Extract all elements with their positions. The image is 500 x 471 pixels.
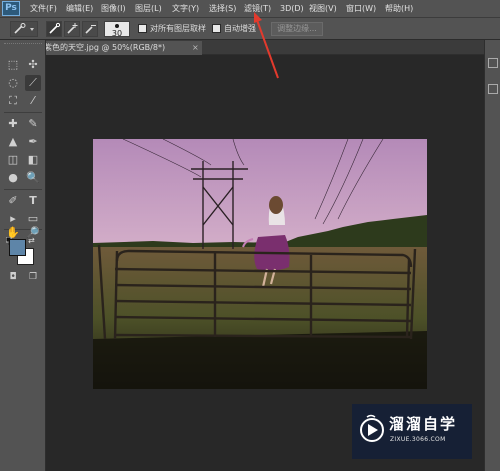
purple-sky-photo	[93, 139, 427, 389]
marquee-tool-icon[interactable]: ⬚	[5, 57, 21, 73]
document-tab[interactable]: 紫色的天空.jpg @ 50%(RGB/8*) ×	[40, 41, 202, 55]
right-panel-strip	[484, 40, 500, 471]
brush-subtract-icon	[85, 25, 96, 34]
foreground-color-swatch[interactable]	[9, 239, 26, 256]
brush-size-value: 30	[111, 29, 123, 38]
watermark-logo-icon	[360, 414, 384, 442]
quick-selection-icon	[14, 23, 34, 34]
swap-colors-icon[interactable]: ⇄	[28, 236, 35, 245]
menu-layer[interactable]: 图层(L)	[135, 3, 162, 15]
lasso-tool-icon[interactable]: ◌	[5, 75, 21, 91]
sample-all-layers-label: 对所有图层取样	[150, 24, 206, 33]
crop-tool-icon[interactable]: ⛶	[5, 93, 21, 109]
brush-size-picker[interactable]: 30	[104, 21, 130, 38]
clone-stamp-tool-icon[interactable]: ▲	[5, 134, 21, 150]
add-to-selection-button[interactable]	[64, 21, 80, 37]
close-tab-icon[interactable]: ×	[192, 41, 199, 54]
menu-file[interactable]: 文件(F)	[30, 3, 57, 15]
quick-selection-tool-icon[interactable]: ⟋	[25, 75, 41, 91]
watermark-badge: 溜溜自学 ZIXUE.3066.COM	[352, 404, 472, 459]
quick-mask-icon[interactable]: ◘	[5, 269, 21, 285]
sample-all-layers-checkbox[interactable]	[138, 24, 147, 33]
gradient-tool-icon[interactable]: ◧	[25, 152, 41, 168]
healing-brush-tool-icon[interactable]: ✚	[5, 116, 21, 132]
eyedropper-tool-icon[interactable]: ⁄	[25, 93, 41, 109]
brush-tip-dot-icon	[115, 24, 119, 28]
brush-tool-icon[interactable]: ✎	[25, 116, 41, 132]
type-tool-icon[interactable]: T	[25, 193, 41, 209]
tool-preset-picker[interactable]	[10, 21, 38, 37]
subtract-from-selection-button[interactable]	[82, 21, 98, 37]
pen-tool-icon[interactable]: ✐	[5, 193, 21, 209]
menu-edit[interactable]: 编辑(E)	[66, 3, 93, 15]
menu-image[interactable]: 图像(I)	[101, 3, 126, 15]
menu-window[interactable]: 窗口(W)	[346, 3, 376, 15]
menu-type[interactable]: 文字(Y)	[172, 3, 199, 15]
brush-new-icon	[49, 22, 61, 34]
document-tab-title: 紫色的天空.jpg @ 50%(RGB/8*)	[44, 43, 166, 52]
eraser-tool-icon[interactable]: ◫	[5, 152, 21, 168]
menu-help[interactable]: 帮助(H)	[385, 3, 413, 15]
move-tool-icon[interactable]: ✣	[25, 57, 41, 73]
blur-tool-icon[interactable]: ●	[5, 170, 21, 186]
toolbox-divider	[4, 189, 42, 190]
screen-mode-icon[interactable]: ❐	[25, 269, 41, 285]
document-canvas-image[interactable]	[93, 139, 427, 389]
menu-select[interactable]: 选择(S)	[209, 3, 236, 15]
brush-add-icon	[67, 23, 78, 34]
annotation-arrow-icon	[254, 12, 279, 79]
toolbox-grip[interactable]	[4, 43, 42, 46]
toolbox: ⬚ ✣ ◌ ⟋ ⛶ ⁄ ✚ ✎ ▲ ✒ ◫ ◧ ● 🔍 ✐ T ▸ ▭ ✋ 🔎 …	[0, 40, 46, 471]
watermark-url: ZIXUE.3066.COM	[390, 436, 446, 443]
history-brush-tool-icon[interactable]: ✒	[25, 134, 41, 150]
dodge-tool-icon[interactable]: 🔍	[25, 170, 41, 186]
menu-view[interactable]: 视图(V)	[309, 3, 337, 15]
panel-icon[interactable]	[488, 58, 498, 68]
panel-icon[interactable]	[488, 84, 498, 94]
toolbox-divider	[4, 112, 42, 113]
auto-enhance-checkbox[interactable]	[212, 24, 221, 33]
watermark-title: 溜溜自学	[389, 415, 458, 433]
new-selection-mode-button[interactable]	[46, 21, 62, 37]
photoshop-logo: Ps	[2, 1, 20, 16]
